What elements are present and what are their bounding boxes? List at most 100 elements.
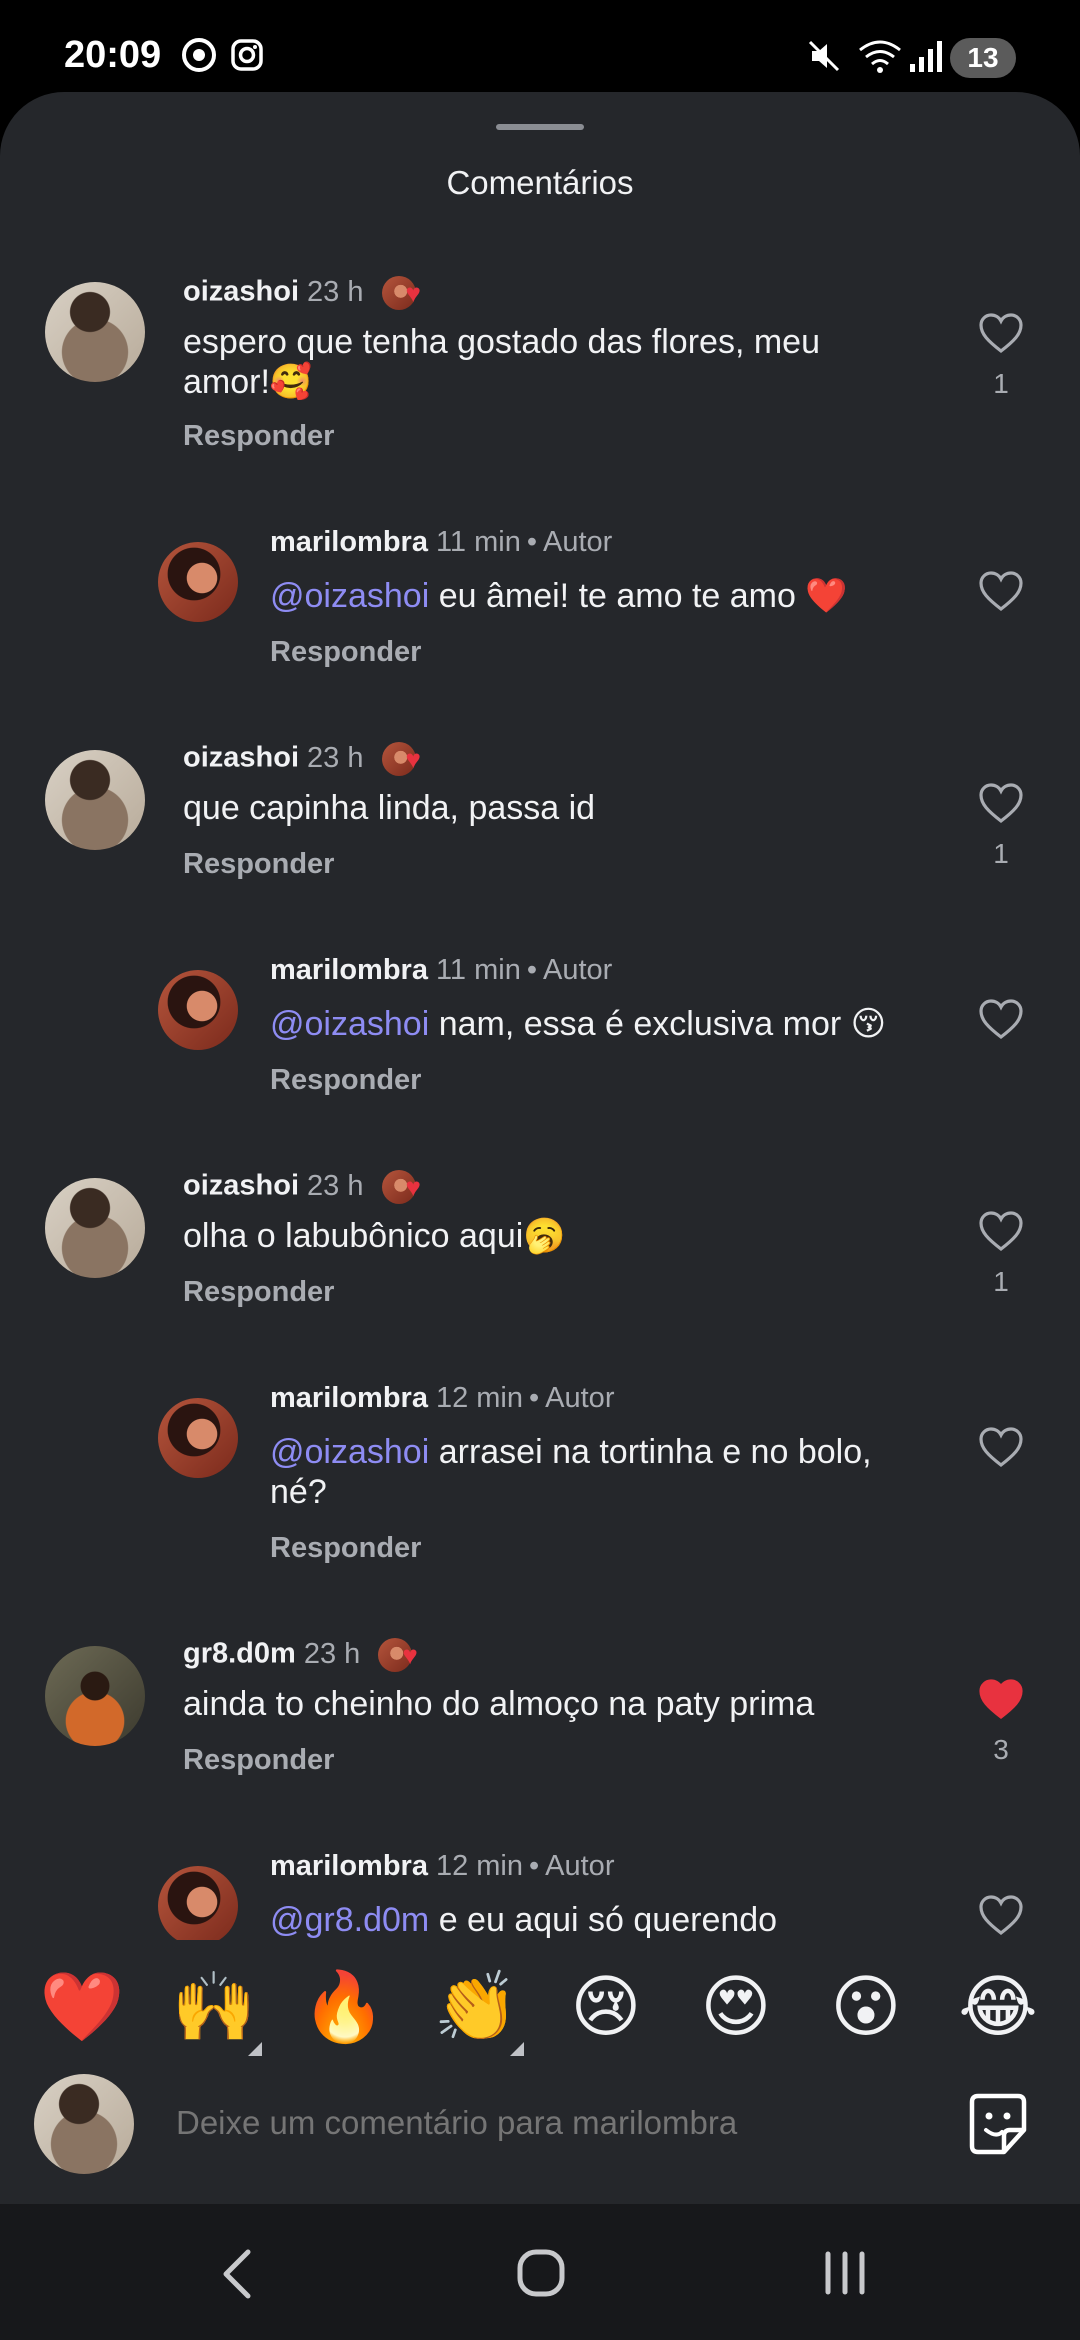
comment-text: olha o labubônico aqui🥱	[183, 1217, 566, 1255]
liked-by-author-badge: ♥	[381, 1168, 438, 1206]
reply-button[interactable]: Responder	[270, 636, 421, 669]
quick-reactions-bar: ❤️ 🙌 🔥 👏 😢 😍 😮 😂	[0, 1940, 1080, 2070]
comment-avatar[interactable]	[158, 1398, 238, 1478]
comment-avatar[interactable]	[45, 1178, 145, 1278]
comment-avatar[interactable]	[158, 1866, 238, 1946]
comment-time: 23 h	[307, 275, 364, 308]
reply-button[interactable]: Responder	[183, 1744, 334, 1777]
comment-username[interactable]: gr8.d0m	[183, 1638, 296, 1670]
like-button[interactable]	[970, 1426, 1032, 1468]
comment-avatar[interactable]	[158, 542, 238, 622]
reaction-fire[interactable]: 🔥	[300, 1964, 388, 2052]
separator-dot: •	[529, 1850, 540, 1882]
chrome-icon	[182, 38, 216, 77]
author-label: Autor	[543, 954, 613, 986]
current-user-avatar	[34, 2074, 134, 2174]
reaction-heart-eyes[interactable]: 😍	[692, 1964, 780, 2052]
mention-link[interactable]: @oizashoi	[270, 1005, 429, 1043]
like-button[interactable]	[970, 998, 1032, 1040]
comment-header: oizashoi 23 h ♥	[183, 1168, 438, 1206]
system-navigation-bar	[0, 2204, 1080, 2340]
comment-time: 23 h	[307, 741, 364, 774]
comment-header: marilombra 12 min • Autor	[270, 1850, 614, 1883]
comment-username[interactable]: marilombra	[270, 1850, 428, 1882]
comment-header: marilombra 11 min • Autor	[270, 526, 612, 559]
liked-by-author-badge: ♥	[381, 274, 438, 312]
reply-button[interactable]: Responder	[183, 420, 334, 453]
signal-icon	[908, 38, 944, 79]
like-count: 3	[993, 1734, 1009, 1765]
comment-avatar[interactable]	[45, 750, 145, 850]
liked-by-author-badge: ♥	[381, 740, 438, 778]
reaction-clap[interactable]: 👏	[432, 1964, 520, 2052]
like-button[interactable]: 1	[970, 782, 1032, 870]
comments-sheet: Comentários oizashoi 23 h ♥ espero que te…	[0, 92, 1080, 2204]
heart-outline-icon	[979, 313, 1023, 354]
comment-header: oizashoi 23 h ♥	[183, 740, 438, 778]
comment-header: gr8.d0m 23 h ♥	[183, 1636, 434, 1674]
comment-avatar[interactable]	[45, 1646, 145, 1746]
comment-username[interactable]: oizashoi	[183, 276, 299, 308]
like-button[interactable]	[970, 570, 1032, 612]
instagram-icon	[230, 38, 264, 77]
like-button[interactable]: 1	[970, 1210, 1032, 1298]
comment-username[interactable]: marilombra	[270, 526, 428, 558]
wifi-icon	[858, 38, 902, 79]
comment-avatar[interactable]	[158, 970, 238, 1050]
mention-link[interactable]: @oizashoi	[270, 577, 429, 615]
reply-button[interactable]: Responder	[270, 1064, 421, 1097]
like-button[interactable]: 3	[970, 1678, 1032, 1766]
comment-text: que capinha linda, passa id	[183, 789, 596, 827]
comment-time: 12 min	[435, 1382, 523, 1414]
mention-link[interactable]: @oizashoi	[270, 1433, 429, 1471]
comment-time: 12 min	[435, 1850, 523, 1882]
comment-header: marilombra 11 min • Autor	[270, 954, 612, 987]
sheet-drag-handle[interactable]	[496, 124, 584, 130]
comment-username[interactable]: marilombra	[270, 1382, 428, 1414]
mention-link[interactable]: @gr8.d0m	[270, 1901, 429, 1939]
notification-count-badge: 13	[946, 38, 1016, 78]
heart-outline-icon	[979, 783, 1023, 824]
reaction-heart[interactable]: ❤️	[38, 1964, 126, 2052]
comment-text: @oizashoi nam, essa é exclusiva mor 😚	[270, 1005, 887, 1043]
heart-outline-icon	[979, 1427, 1023, 1468]
recents-icon[interactable]	[822, 2250, 868, 2301]
comment-time: 23 h	[307, 1169, 364, 1202]
reply-button[interactable]: Responder	[183, 1276, 334, 1309]
comment-header: marilombra 12 min • Autor	[270, 1382, 614, 1415]
comment-username[interactable]: oizashoi	[183, 742, 299, 774]
reaction-laughing[interactable]: 😂	[954, 1964, 1042, 2052]
comment-input[interactable]	[174, 2098, 878, 2148]
separator-dot: •	[526, 526, 537, 558]
author-label: Autor	[543, 526, 613, 558]
reply-button[interactable]: Responder	[183, 848, 334, 881]
reaction-crying[interactable]: 😢	[562, 1964, 650, 2052]
like-button[interactable]	[970, 1894, 1032, 1936]
heart-filled-icon: ♥	[405, 278, 421, 308]
like-count: 1	[993, 368, 1009, 399]
reply-button[interactable]: Responder	[270, 1532, 421, 1565]
comment-time: 11 min	[435, 954, 521, 986]
heart-filled-icon: ♥	[405, 1172, 421, 1202]
reaction-surprised[interactable]: 😮	[822, 1964, 910, 2052]
sticker-icon[interactable]	[962, 2088, 1034, 2160]
like-button[interactable]: 1	[970, 312, 1032, 400]
reaction-raised-hands[interactable]: 🙌	[170, 1964, 258, 2052]
like-count: 1	[993, 838, 1009, 869]
back-icon[interactable]	[218, 2248, 258, 2305]
comment-time: 11 min	[435, 526, 521, 558]
comment-text: @oizashoi arrasei na tortinha e no bolo,…	[270, 1433, 872, 1511]
heart-filled-icon: ♥	[402, 1640, 418, 1670]
comment-text: @oizashoi eu âmei! te amo te amo ❤️	[270, 577, 848, 615]
comments-list[interactable]: oizashoi 23 h ♥ espero que tenha gostado …	[0, 252, 1080, 2032]
mute-icon	[806, 38, 842, 79]
home-icon[interactable]	[516, 2248, 566, 2303]
heart-outline-icon	[979, 999, 1023, 1040]
heart-outline-icon	[979, 1895, 1023, 1936]
comment-avatar[interactable]	[45, 282, 145, 382]
comment-time: 23 h	[303, 1637, 361, 1670]
comment-username[interactable]: marilombra	[270, 954, 428, 986]
comment-username[interactable]: oizashoi	[183, 1170, 299, 1202]
comment-header: oizashoi 23 h ♥	[183, 274, 438, 312]
author-label: Autor	[545, 1382, 615, 1414]
